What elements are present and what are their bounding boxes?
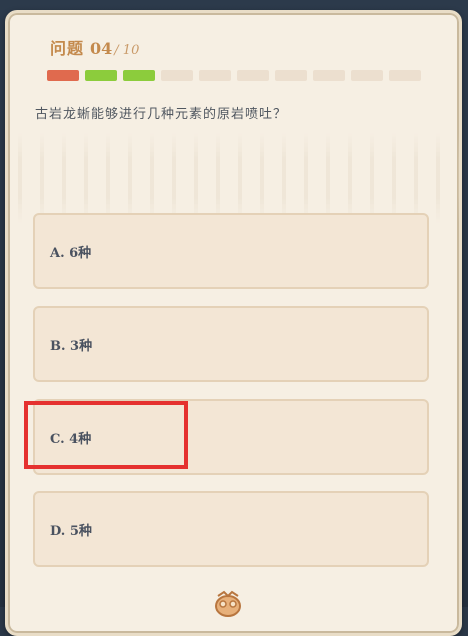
question-number: 04 xyxy=(90,39,113,58)
decorative-pattern xyxy=(8,133,459,223)
option-d-label: D. 5种 xyxy=(50,524,92,539)
progress-segment-3 xyxy=(123,70,155,81)
progress-segment-1 xyxy=(47,70,79,81)
progress-segment-2 xyxy=(85,70,117,81)
progress-bar xyxy=(47,70,421,81)
progress-segment-9 xyxy=(351,70,383,81)
progress-segment-7 xyxy=(275,70,307,81)
option-c-button[interactable]: C. 4种 xyxy=(33,399,429,475)
progress-segment-6 xyxy=(237,70,269,81)
question-total: / 10 xyxy=(114,43,140,58)
question-label: 问题 xyxy=(50,39,85,58)
question-counter: 问题 04 / 10 xyxy=(50,35,139,59)
option-b-button[interactable]: B. 3种 xyxy=(33,306,429,382)
option-b-label: B. 3种 xyxy=(50,339,93,354)
progress-segment-4 xyxy=(161,70,193,81)
question-text: 古岩龙蜥能够进行几种元素的原岩喷吐？ xyxy=(35,107,288,122)
progress-segment-10 xyxy=(389,70,421,81)
progress-segment-8 xyxy=(313,70,345,81)
progress-segment-5 xyxy=(199,70,231,81)
option-a-label: A. 6种 xyxy=(50,246,92,261)
option-c-label: C. 4种 xyxy=(50,432,92,447)
quiz-card: 问题 04 / 10 古岩龙蜥能够进行几种元素的原岩喷吐？ A. 6种 B. 3… xyxy=(5,10,462,636)
option-d-button[interactable]: D. 5种 xyxy=(33,491,429,567)
paimon-emblem-icon xyxy=(215,590,241,617)
option-a-button[interactable]: A. 6种 xyxy=(33,213,429,289)
